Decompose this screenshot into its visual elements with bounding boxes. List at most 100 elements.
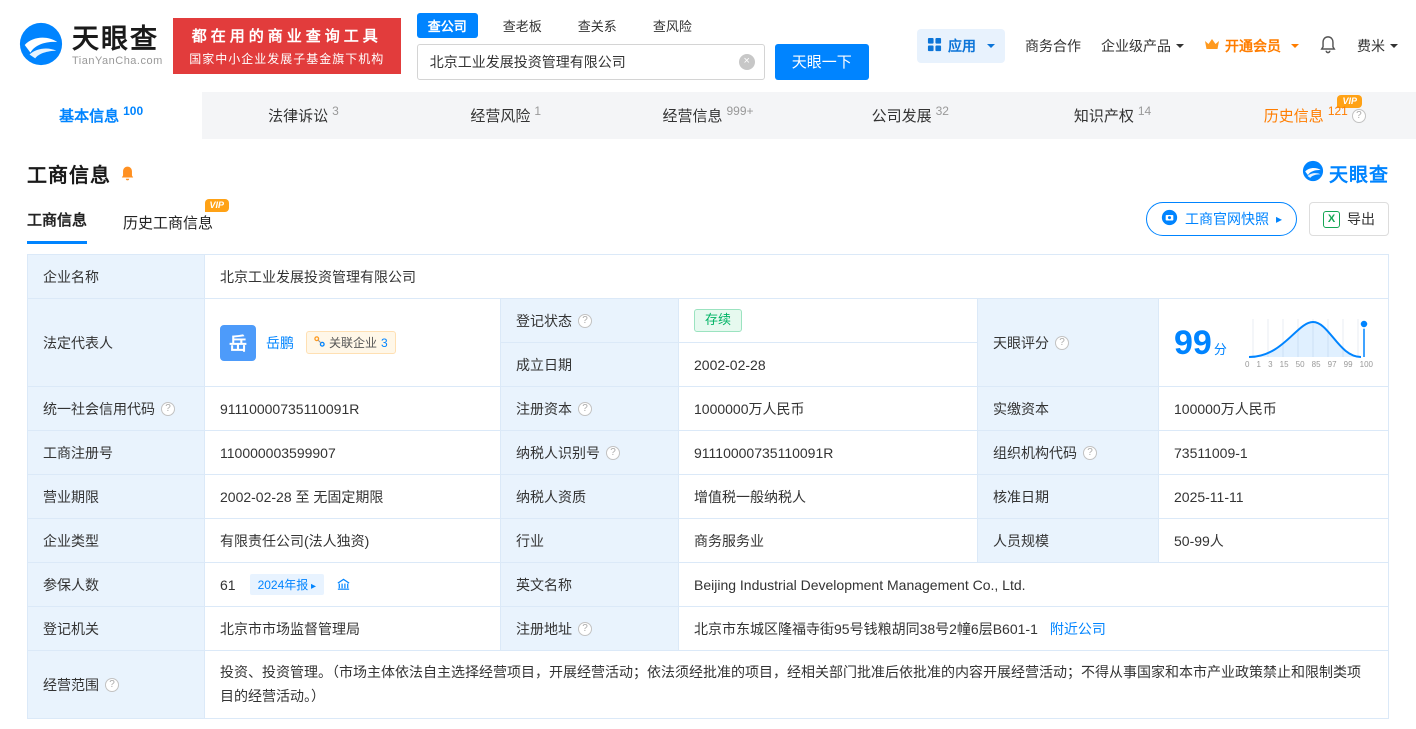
- tab-legal-proceedings[interactable]: 法律诉讼 3: [202, 92, 404, 139]
- legal-rep-avatar[interactable]: 岳: [220, 324, 256, 361]
- value-registered-address: 北京市东城区隆福寺街95号钱粮胡同38号2幢6层B601-1 附近公司: [679, 607, 1389, 651]
- brand-slogan: 都在用的商业查询工具 国家中小企业发展子基金旗下机构: [172, 18, 401, 74]
- brand-text: 天眼查 TianYanCha.com: [72, 24, 163, 67]
- value-paid-capital: 100000万人民币: [1159, 387, 1389, 431]
- help-icon[interactable]: [1083, 445, 1097, 460]
- related-companies-badge[interactable]: 关联企业 3: [306, 331, 396, 354]
- relation-graph-icon: [314, 335, 325, 350]
- top-header: 天眼查 TianYanCha.com 都在用的商业查询工具 国家中小企业发展子基…: [0, 0, 1416, 92]
- section-header: 工商信息 天眼查: [27, 159, 1389, 188]
- label-insured-count: 参保人数: [28, 563, 205, 607]
- help-icon[interactable]: [606, 445, 620, 460]
- help-icon[interactable]: [161, 401, 175, 416]
- help-icon[interactable]: [105, 677, 119, 692]
- official-snapshot-button[interactable]: 工商官网快照: [1145, 202, 1297, 236]
- subtab-row: 工商信息 VIP 历史工商信息 工商官网快照 导出: [27, 199, 1389, 244]
- tab-operating-risk[interactable]: 经营风险 1: [405, 92, 607, 139]
- related-label: 关联企业: [329, 336, 378, 350]
- value-credit-code: 91110000735110091R: [205, 387, 501, 431]
- tab-basic-info[interactable]: 基本信息 100: [0, 92, 203, 139]
- label-approval-date: 核准日期: [978, 475, 1159, 519]
- snapshot-camera-icon: [1161, 209, 1178, 229]
- tab-label: 历史信息: [1263, 108, 1324, 125]
- value-english-name: Beijing Industrial Development Managemen…: [679, 563, 1389, 607]
- label-registered-capital: 注册资本: [501, 387, 679, 431]
- subtab-business-registration[interactable]: 工商信息: [27, 209, 88, 244]
- export-button[interactable]: 导出: [1309, 202, 1389, 236]
- notification-bell-icon[interactable]: [1319, 35, 1337, 57]
- site-logo[interactable]: 天眼查 TianYanCha.com: [18, 21, 163, 72]
- score-number: 99: [1174, 323, 1212, 362]
- section-actions: 工商官网快照 导出: [1145, 202, 1389, 244]
- user-menu[interactable]: 费米: [1357, 36, 1398, 56]
- score-unit: 分: [1213, 341, 1227, 357]
- score-axis-labels: 0 1 3 15 50 85 97 99 100: [1245, 359, 1373, 369]
- label-registration-number: 工商注册号: [28, 431, 205, 475]
- label-taxpayer-id: 纳税人识别号: [501, 431, 679, 475]
- label-registered-address: 注册地址: [501, 607, 679, 651]
- page-title: 工商信息: [27, 165, 111, 187]
- subtab-label: 历史工商信息: [123, 215, 214, 232]
- label-registration-status: 登记状态: [501, 299, 679, 343]
- watermark-logo: 天眼查: [1302, 160, 1389, 187]
- open-vip-button[interactable]: 开通会员: [1204, 36, 1299, 56]
- search-button[interactable]: 天眼一下: [774, 43, 869, 80]
- main-content: 工商信息 天眼查 工商信息 VIP 历史工商信息 工商官网快照 ▸ X 导出 企…: [0, 139, 1416, 729]
- help-icon[interactable]: [1351, 108, 1366, 123]
- brand-name: 天眼查: [72, 24, 159, 55]
- snapshot-label: 工商官网快照: [1184, 211, 1269, 227]
- label-company-type: 企业类型: [28, 519, 205, 563]
- brand-swirl-icon: [1302, 160, 1324, 187]
- export-label: 导出: [1347, 211, 1375, 227]
- search-input-wrap: [416, 43, 765, 80]
- subtab-history-registration[interactable]: VIP 历史工商信息: [123, 199, 230, 244]
- apps-grid-icon: [927, 37, 942, 55]
- search-tab-boss[interactable]: 查老板: [492, 13, 553, 38]
- search-tab-risk[interactable]: 查风险: [642, 13, 703, 38]
- search-type-tabs: 查公司 查老板 查关系 查风险: [416, 12, 869, 38]
- help-icon[interactable]: [578, 401, 592, 416]
- link-business-cooperation[interactable]: 商务合作: [1025, 36, 1081, 56]
- subscribe-bell-icon[interactable]: [119, 165, 136, 182]
- tab-business-info[interactable]: 经营信息 999+: [607, 92, 809, 139]
- search-tab-relation[interactable]: 查关系: [567, 13, 628, 38]
- legal-rep-name-link[interactable]: 岳鹏: [266, 333, 294, 353]
- label-tianyan-score: 天眼评分: [978, 299, 1159, 387]
- help-icon[interactable]: [1055, 335, 1069, 350]
- value-establish-date: 2002-02-28: [679, 343, 978, 387]
- value-business-scope: 投资、投资管理。（市场主体依法自主选择经营项目，开展经营活动；依法须经批准的项目…: [205, 651, 1389, 719]
- link-enterprise-products[interactable]: 企业级产品: [1101, 36, 1184, 56]
- value-legal-representative: 岳 岳鹏 关联企业 3: [205, 299, 501, 387]
- social-security-icon[interactable]: [336, 577, 351, 592]
- score-distribution-chart: 0 1 3 15 50 85 97 99 100: [1245, 317, 1373, 369]
- label-establish-date: 成立日期: [501, 343, 679, 387]
- value-industry: 商务服务业: [679, 519, 978, 563]
- tab-label: 经营风险: [470, 108, 531, 125]
- apps-menu-button[interactable]: 应用: [917, 29, 1005, 63]
- label-paid-capital: 实缴资本: [978, 387, 1159, 431]
- clear-search-icon[interactable]: [738, 53, 755, 70]
- tab-intellectual-property[interactable]: 知识产权 14: [1011, 92, 1213, 139]
- search-tab-company[interactable]: 查公司: [416, 12, 478, 38]
- help-icon[interactable]: [578, 621, 592, 636]
- brand-domain: TianYanCha.com: [72, 54, 163, 67]
- tab-company-development[interactable]: 公司发展 32: [809, 92, 1011, 139]
- bell-curve-icon: [1248, 318, 1369, 358]
- annual-report-badge[interactable]: 2024年报: [249, 574, 325, 595]
- label-business-term: 营业期限: [28, 475, 205, 519]
- help-icon[interactable]: [578, 313, 592, 328]
- value-registration-authority: 北京市市场监督管理局: [205, 607, 501, 651]
- brand-swirl-icon: [18, 21, 64, 72]
- label-business-scope: 经营范围: [28, 651, 205, 719]
- search-input[interactable]: [417, 44, 764, 79]
- tab-count: 121: [1327, 103, 1348, 118]
- value-taxpayer-id: 91110000735110091R: [679, 431, 978, 475]
- tab-count: 1: [534, 103, 542, 118]
- tab-label: 公司发展: [871, 108, 932, 125]
- tab-history-info[interactable]: VIP 历史信息 121: [1214, 92, 1416, 139]
- search-area: 查公司 查老板 查关系 查风险 天眼一下: [416, 12, 869, 80]
- value-tianyan-score[interactable]: 99 分 0 1 3 15 50 85 97 99 100: [1159, 299, 1389, 387]
- related-count: 3: [381, 335, 388, 350]
- nearby-companies-link[interactable]: 附近公司: [1050, 619, 1106, 639]
- search-bar: 天眼一下: [416, 43, 869, 80]
